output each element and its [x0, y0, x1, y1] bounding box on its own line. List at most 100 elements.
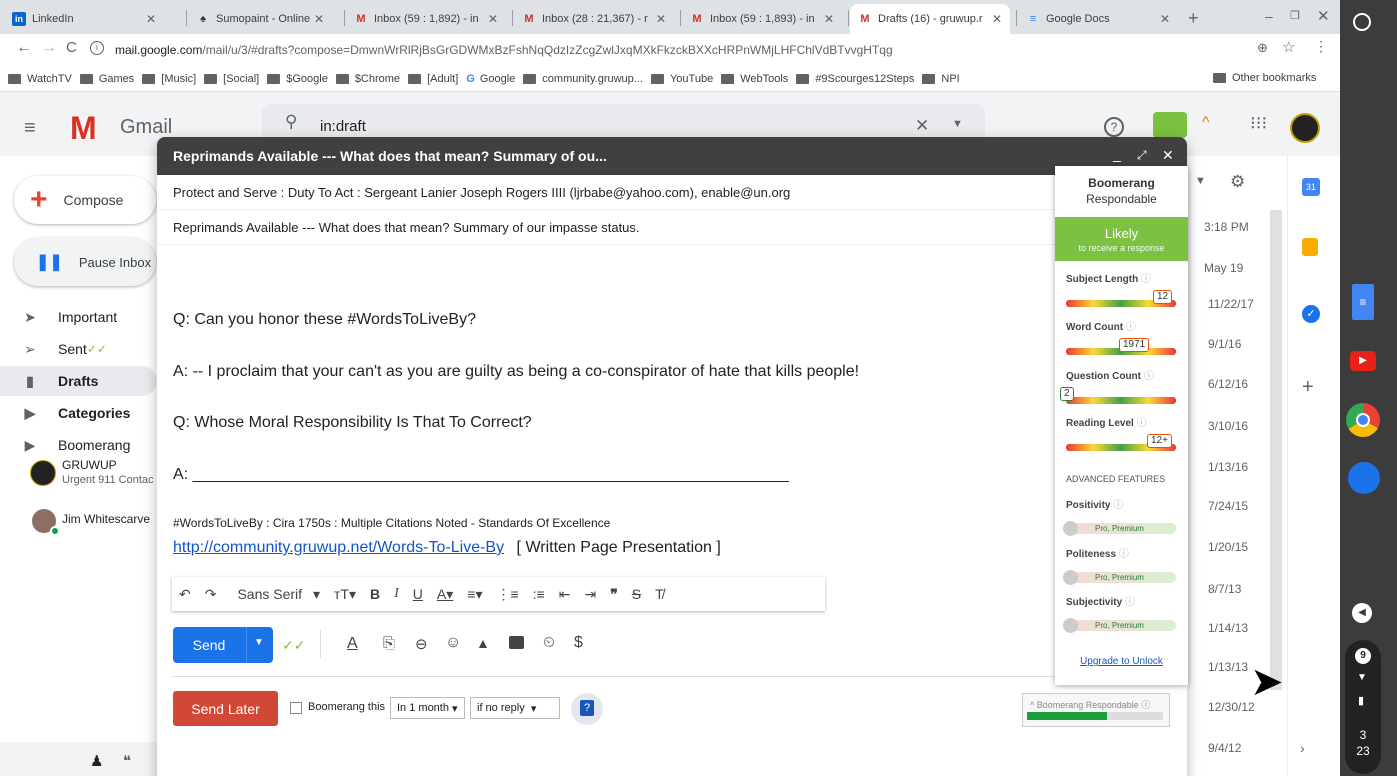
add-app-icon[interactable]: + [1302, 376, 1314, 399]
indent-less-icon[interactable]: ⇤ [559, 586, 571, 603]
hangout-name-0[interactable]: GRUWUP [62, 458, 117, 472]
body-link[interactable]: http://community.gruwup.net/Words-To-Liv… [173, 539, 504, 556]
new-tab-button[interactable]: + [1188, 8, 1199, 29]
help-icon[interactable]: ⓘ [1138, 274, 1151, 285]
boomerang-condition-select[interactable]: if no reply ▾ [470, 697, 560, 719]
link-icon[interactable]: ⊖ [415, 635, 428, 653]
confidential-icon[interactable]: ⏲ [543, 634, 555, 651]
pro-premium-bar[interactable]: Pro, Premium [1063, 572, 1176, 583]
minimize-button[interactable]: – [1265, 8, 1273, 24]
other-bookmarks[interactable]: Other bookmarks [1213, 72, 1316, 84]
sidebar-item-important[interactable]: ➤ Important [0, 302, 117, 332]
browser-tab[interactable]: in LinkedIn ✕ [4, 4, 164, 34]
close-tab-icon[interactable]: ✕ [488, 12, 498, 26]
fullscreen-compose-icon[interactable]: ⤢ [1137, 148, 1147, 163]
zoom-icon[interactable]: ⊕ [1257, 40, 1268, 56]
dropdown-icon[interactable]: ▼ [1195, 175, 1206, 187]
text-color-icon[interactable]: A▾ [437, 586, 453, 603]
url-field[interactable]: mail.google.com/mail/u/3/#drafts?compose… [115, 38, 1315, 62]
browser-tab[interactable]: M Inbox (59 : 1,892) - in ✕ [346, 4, 506, 34]
font-select[interactable]: Sans Serif ▾ [230, 586, 320, 603]
pause-inbox-button[interactable]: ❚❚ Pause Inbox [14, 238, 156, 286]
font-size-icon[interactable]: ᴛT▾ [334, 586, 356, 603]
help-icon[interactable]: ⓘ [1141, 371, 1154, 382]
browser-tab[interactable]: M Drafts (16) - gruwup.r ✕ [850, 4, 1010, 34]
info-icon[interactable]: i [90, 41, 104, 55]
boomerang-time-select[interactable]: In 1 month ▾ [390, 697, 465, 719]
reload-icon[interactable]: C [66, 39, 77, 56]
attach-icon[interactable]: ⎘ [383, 635, 395, 652]
undo-icon[interactable]: ↶ [179, 586, 191, 603]
bookmark-item[interactable]: community.gruwup... [523, 73, 643, 85]
menu-icon[interactable]: ⋮ [1314, 38, 1328, 55]
main-menu-icon[interactable]: ≡ [24, 117, 36, 140]
apps-grid-icon[interactable]: ⁝⁝⁝ [1250, 113, 1267, 134]
compose-titlebar[interactable]: Reprimands Available --- What does that … [157, 137, 1187, 175]
scrollbar[interactable] [1270, 210, 1282, 690]
search-input[interactable]: in:draft [320, 118, 366, 135]
close-tab-icon[interactable]: ✕ [656, 12, 666, 26]
bookmark-star-icon[interactable]: ☆ [1282, 38, 1295, 56]
person-icon[interactable]: ♟ [90, 752, 103, 770]
sidebar-item-boomerang[interactable]: ▶ Boomerang [0, 430, 131, 460]
align-icon[interactable]: ≡▾ [467, 586, 482, 603]
launcher-icon[interactable] [1353, 13, 1371, 31]
bookmark-item[interactable]: [Social] [204, 73, 259, 85]
browser-tab[interactable]: ≡ Google Docs ✕ [1018, 4, 1178, 34]
settings-gear-icon[interactable]: ⚙ [1230, 172, 1245, 192]
help-icon[interactable]: ⓘ [1122, 597, 1135, 608]
help-icon[interactable]: ⓘ [1134, 418, 1147, 429]
files-icon[interactable] [1348, 462, 1380, 494]
bookmark-item[interactable]: [Adult] [408, 73, 458, 85]
bookmark-item[interactable]: NPI [922, 73, 960, 85]
formatting-options-icon[interactable]: A [347, 635, 358, 653]
close-tab-icon[interactable]: ✕ [824, 12, 834, 26]
back-icon[interactable]: ← [16, 39, 32, 57]
photo-icon[interactable] [509, 636, 524, 649]
italic-icon[interactable]: I [394, 586, 399, 602]
send-button[interactable]: Send [173, 627, 245, 663]
numbered-list-icon[interactable]: ⋮≡ [496, 586, 518, 603]
redo-icon[interactable]: ↷ [205, 586, 217, 603]
bookmark-item[interactable]: Games [79, 73, 134, 85]
search-options-icon[interactable]: ▼ [952, 118, 963, 130]
bulleted-list-icon[interactable]: :≡ [533, 586, 545, 602]
to-field[interactable]: Protect and Serve : Duty To Act : Sergea… [157, 176, 1057, 210]
bookmark-item[interactable]: [Music] [142, 73, 196, 85]
bookmark-item[interactable]: YouTube [650, 73, 713, 85]
pro-premium-bar[interactable]: Pro, Premium [1063, 620, 1176, 631]
sidebar-item-categories[interactable]: ▶ Categories [0, 398, 131, 428]
drive-icon[interactable]: ▲ [476, 635, 490, 651]
quote-icon[interactable]: ❞ [610, 586, 618, 603]
bookmark-item[interactable]: WatchTV [8, 73, 72, 85]
boomerang-ext-icon[interactable] [1153, 112, 1187, 138]
bookmark-item[interactable]: WebTools [721, 73, 788, 85]
browser-tab[interactable]: M Inbox (28 : 21,367) - r ✕ [514, 4, 674, 34]
compose-button[interactable]: + Compose [14, 176, 156, 224]
tasks-icon[interactable]: ✓ [1302, 305, 1320, 323]
bold-icon[interactable]: B [370, 586, 380, 602]
clear-search-icon[interactable]: ✕ [915, 116, 929, 136]
emoji-icon[interactable]: ☺ [445, 634, 461, 652]
bookmark-item[interactable]: $Chrome [335, 73, 400, 85]
upgrade-link[interactable]: Upgrade to Unlock [1055, 656, 1188, 667]
restore-button[interactable]: ❐ [1290, 9, 1300, 22]
send-later-button[interactable]: Send Later [173, 691, 278, 726]
search-icon[interactable]: ⚲ [285, 112, 297, 132]
underline-icon[interactable]: U [413, 586, 423, 602]
close-window-button[interactable]: ✕ [1317, 7, 1330, 25]
expand-panel-icon[interactable]: › [1300, 740, 1305, 756]
boomerang-arrow-icon[interactable]: ^ [1202, 114, 1210, 132]
clear-formatting-icon[interactable]: T̸ [655, 586, 664, 602]
shelf-status-icon[interactable]: ◀ [1352, 603, 1372, 623]
minimize-compose-icon[interactable]: _ [1113, 146, 1121, 162]
help-icon[interactable]: ? [1104, 117, 1124, 137]
browser-tab[interactable]: ♠ Sumopaint - Online Im ✕ [188, 4, 332, 34]
docs-app-icon[interactable]: ≡ [1352, 284, 1374, 320]
bookmark-item[interactable]: #9Scourges12Steps [796, 73, 914, 85]
pro-premium-bar[interactable]: Pro, Premium [1063, 523, 1176, 534]
sidebar-item-sent[interactable]: ➢ Sent ✓✓ [0, 334, 107, 364]
browser-tab[interactable]: M Inbox (59 : 1,893) - in ✕ [682, 4, 842, 34]
hangout-name-1[interactable]: Jim Whitescarve [62, 512, 150, 526]
calendar-icon[interactable]: 31 [1302, 178, 1320, 196]
